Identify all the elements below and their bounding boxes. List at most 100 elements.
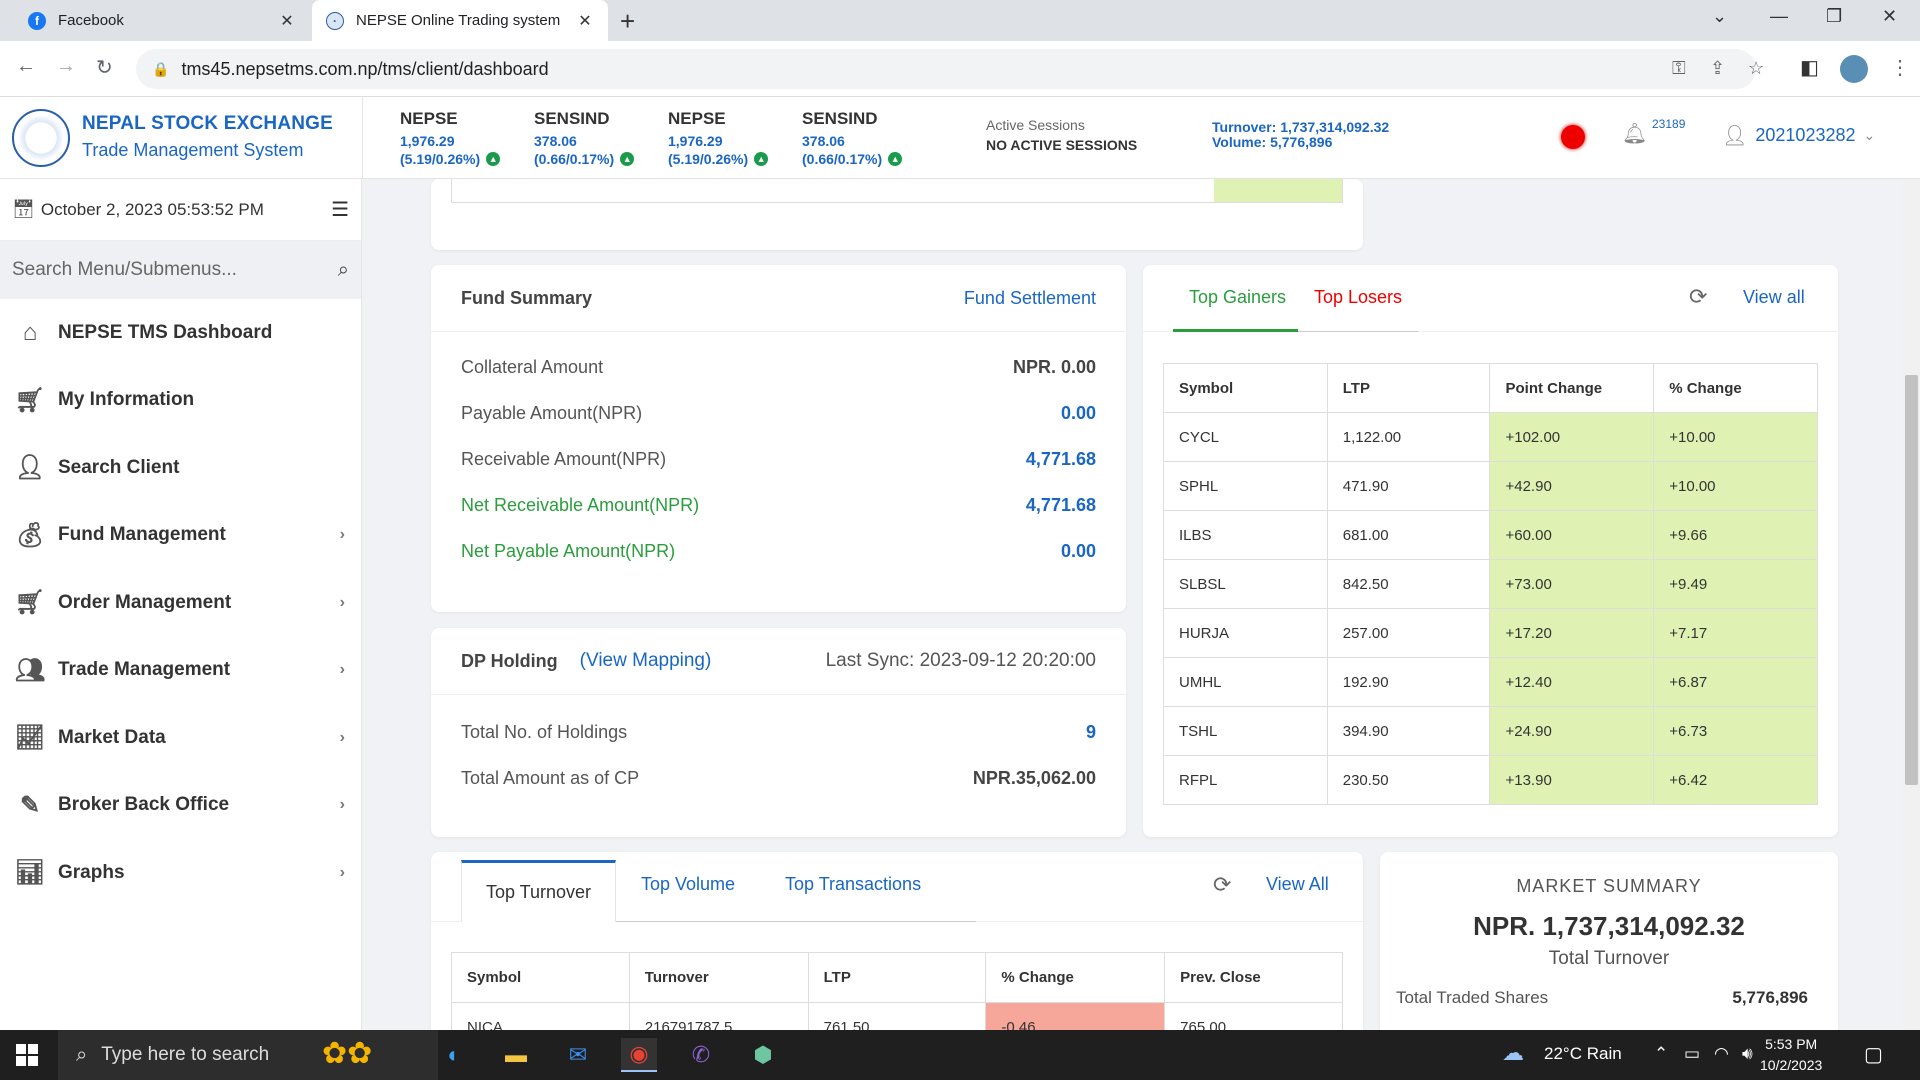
volume-icon[interactable]: 🔊︎ — [1742, 1044, 1753, 1064]
app-cube-icon[interactable]: ⬢ — [745, 1038, 781, 1072]
tab-top-transactions[interactable]: Top Transactions — [785, 874, 921, 895]
table-row[interactable]: NICA 216791787.5 761.50 -0.46 765.00 — [451, 1002, 1343, 1032]
index-nepse-2: NEPSE 1,976.29 (5.19/0.26%) ▲ — [668, 109, 769, 167]
weather-icon[interactable]: ☁ — [1502, 1040, 1524, 1066]
view-all-turnover-link[interactable]: View All — [1266, 874, 1329, 895]
tab-divider — [1298, 331, 1418, 332]
index-change: (0.66/0.17%) — [534, 151, 615, 167]
menu-search-input[interactable]: Search Menu/Submenus... ⌕ — [0, 241, 361, 299]
close-window-button[interactable]: ✕ — [1882, 6, 1897, 27]
fund-row-value: 4,771.68 — [1025, 494, 1096, 515]
sidebar: 📅︎ October 2, 2023 05:53:52 PM ☰ Search … — [0, 179, 362, 1030]
top-gainers-table: Symbol LTP Point Change % Change CYCL 1,1… — [1163, 363, 1818, 805]
table-row[interactable]: RFPL 230.50 +13.90 +6.42 — [1163, 755, 1818, 805]
table-row[interactable]: SLBSL 842.50 +73.00 +9.49 — [1163, 559, 1818, 609]
sidebar-item-fund-management[interactable]: 💰︎ Fund Management › — [0, 502, 361, 570]
notifications-icon[interactable]: ▢ — [1864, 1042, 1883, 1067]
close-tab-icon[interactable]: ✕ — [278, 11, 296, 31]
notification-count[interactable]: 23189 — [1652, 117, 1685, 131]
scrollbar-thumb[interactable] — [1905, 375, 1918, 785]
table-row[interactable]: ILBS 681.00 +60.00 +9.66 — [1163, 510, 1818, 560]
top-gainers-card: Top Gainers Top Losers ⟳ View all Symbol… — [1143, 265, 1838, 837]
maximize-button[interactable]: ❐ — [1826, 6, 1842, 27]
side-panel-icon[interactable]: ◧ — [1800, 55, 1819, 80]
star-icon[interactable]: ☆ — [1748, 58, 1764, 79]
forward-icon[interactable]: → — [56, 55, 76, 78]
new-tab-button[interactable]: + — [620, 6, 635, 37]
table-row[interactable]: UMHL 192.90 +12.40 +6.87 — [1163, 657, 1818, 707]
weather-text[interactable]: 22°C Rain — [1544, 1044, 1622, 1064]
more-menu-icon[interactable]: ⋮ — [1890, 55, 1910, 80]
view-all-gainers-link[interactable]: View all — [1743, 287, 1805, 308]
view-mapping-link[interactable]: (View Mapping) — [580, 650, 712, 672]
sidebar-item-graphs[interactable]: 📊︎ Graphs › — [0, 839, 361, 907]
sidebar-item-order-management[interactable]: 🛒︎ Order Management › — [0, 569, 361, 637]
change-cell — [1214, 179, 1342, 202]
share-icon[interactable]: ⇪ — [1710, 58, 1725, 79]
tab-top-volume[interactable]: Top Volume — [641, 874, 735, 895]
network-device-icon[interactable]: ▭ — [1684, 1044, 1700, 1064]
address-bar[interactable]: 🔒 tms45.nepsetms.com.np/tms/client/dashb… — [136, 49, 1764, 89]
file-explorer-icon[interactable]: ▬ — [498, 1038, 534, 1072]
cell-percent-change: +10.00 — [1653, 412, 1818, 462]
cell-symbol: NICA — [451, 1002, 630, 1032]
table-row[interactable]: SPHL 471.90 +42.90 +10.00 — [1163, 461, 1818, 511]
edge-icon[interactable]: ◐ — [436, 1038, 472, 1072]
wifi-icon[interactable]: ◠ — [1714, 1044, 1729, 1064]
table-row[interactable]: TSHL 394.90 +24.90 +6.73 — [1163, 706, 1818, 756]
volume-line: Volume: 5,776,896 — [1212, 134, 1333, 150]
hamburger-menu-icon[interactable]: ☰ — [331, 197, 349, 222]
fund-settlement-link[interactable]: Fund Settlement — [964, 288, 1096, 309]
index-name: NEPSE — [668, 109, 726, 128]
mail-icon[interactable]: ✉ — [560, 1038, 596, 1072]
cell-ltp: 394.90 — [1326, 706, 1491, 756]
search-icon[interactable]: ⌕ — [338, 259, 349, 282]
cell-ltp: 842.50 — [1326, 559, 1491, 609]
tab-title: NEPSE Online Trading system — [356, 12, 561, 29]
close-tab-icon[interactable]: ✕ — [576, 11, 594, 31]
page-scrollbar[interactable] — [1903, 179, 1920, 1030]
user-icon: 👤︎ — [1722, 125, 1748, 147]
windows-start-icon[interactable] — [16, 1044, 38, 1066]
index-name: NEPSE — [400, 109, 458, 128]
tab-top-gainers[interactable]: Top Gainers — [1189, 287, 1286, 308]
refresh-icon[interactable]: ⟳ — [1213, 872, 1231, 898]
up-arrow-icon: ▲ — [754, 152, 769, 166]
refresh-icon[interactable]: ⟳ — [1689, 284, 1707, 310]
dp-row-value: 9 — [1085, 721, 1096, 742]
user-menu[interactable]: 👤︎ 2021023282 ⌄ — [1722, 123, 1875, 148]
lock-icon[interactable]: 🔒 — [152, 61, 169, 78]
sidebar-item-market-data[interactable]: 📈︎ Market Data › — [0, 704, 361, 772]
sidebar-item-dashboard[interactable]: ⌂ NEPSE TMS Dashboard — [0, 299, 361, 367]
chrome-icon[interactable]: ◉ — [621, 1038, 657, 1072]
sidebar-item-label: Market Data — [58, 726, 166, 748]
key-icon[interactable]: ⚿ — [1672, 58, 1686, 79]
profile-avatar[interactable] — [1840, 55, 1868, 83]
system-clock[interactable]: 5:53 PM 10/2/2023 — [1760, 1034, 1822, 1076]
user-search-icon: 👤︎ — [14, 454, 46, 482]
dp-row-label: Total No. of Holdings — [461, 721, 628, 742]
scrolled-table-fragment — [451, 179, 1343, 203]
browser-tab-facebook[interactable]: f Facebook ✕ — [14, 0, 310, 41]
viber-icon[interactable]: ✆ — [683, 1038, 719, 1072]
minimize-button[interactable]: — — [1770, 6, 1788, 27]
table-row[interactable]: HURJA 257.00 +17.20 +7.17 — [1163, 608, 1818, 658]
reload-icon[interactable]: ↻ — [96, 55, 113, 80]
sidebar-item-search-client[interactable]: 👤︎ Search Client — [0, 434, 361, 502]
sidebar-item-label: Fund Management — [58, 524, 226, 546]
tab-top-losers[interactable]: Top Losers — [1314, 287, 1402, 308]
sidebar-item-trade-management[interactable]: 👥︎ Trade Management › — [0, 637, 361, 705]
sidebar-item-broker-back-office[interactable]: ✎ Broker Back Office › — [0, 772, 361, 840]
browser-tab-strip: f Facebook ✕ · NEPSE Online Trading syst… — [0, 0, 1920, 41]
tab-search-chevron-icon[interactable]: ⌄ — [1712, 6, 1727, 27]
browser-tab-nepse[interactable]: · NEPSE Online Trading system ✕ — [312, 0, 608, 41]
table-row[interactable]: CYCL 1,122.00 +102.00 +10.00 — [1163, 412, 1818, 462]
sidebar-item-label: Graphs — [58, 861, 125, 883]
search-placeholder: Search Menu/Submenus... — [12, 259, 237, 280]
sidebar-item-my-information[interactable]: 🛒︎ My Information — [0, 367, 361, 435]
show-hidden-icons-icon[interactable]: ⌃ — [1654, 1044, 1668, 1064]
taskbar-search-input[interactable]: ⌕ Type here to search — [58, 1030, 438, 1080]
tab-top-turnover[interactable]: Top Turnover — [461, 860, 616, 922]
back-icon[interactable]: ← — [16, 55, 36, 78]
bell-icon[interactable]: 🔔︎ — [1622, 121, 1647, 146]
